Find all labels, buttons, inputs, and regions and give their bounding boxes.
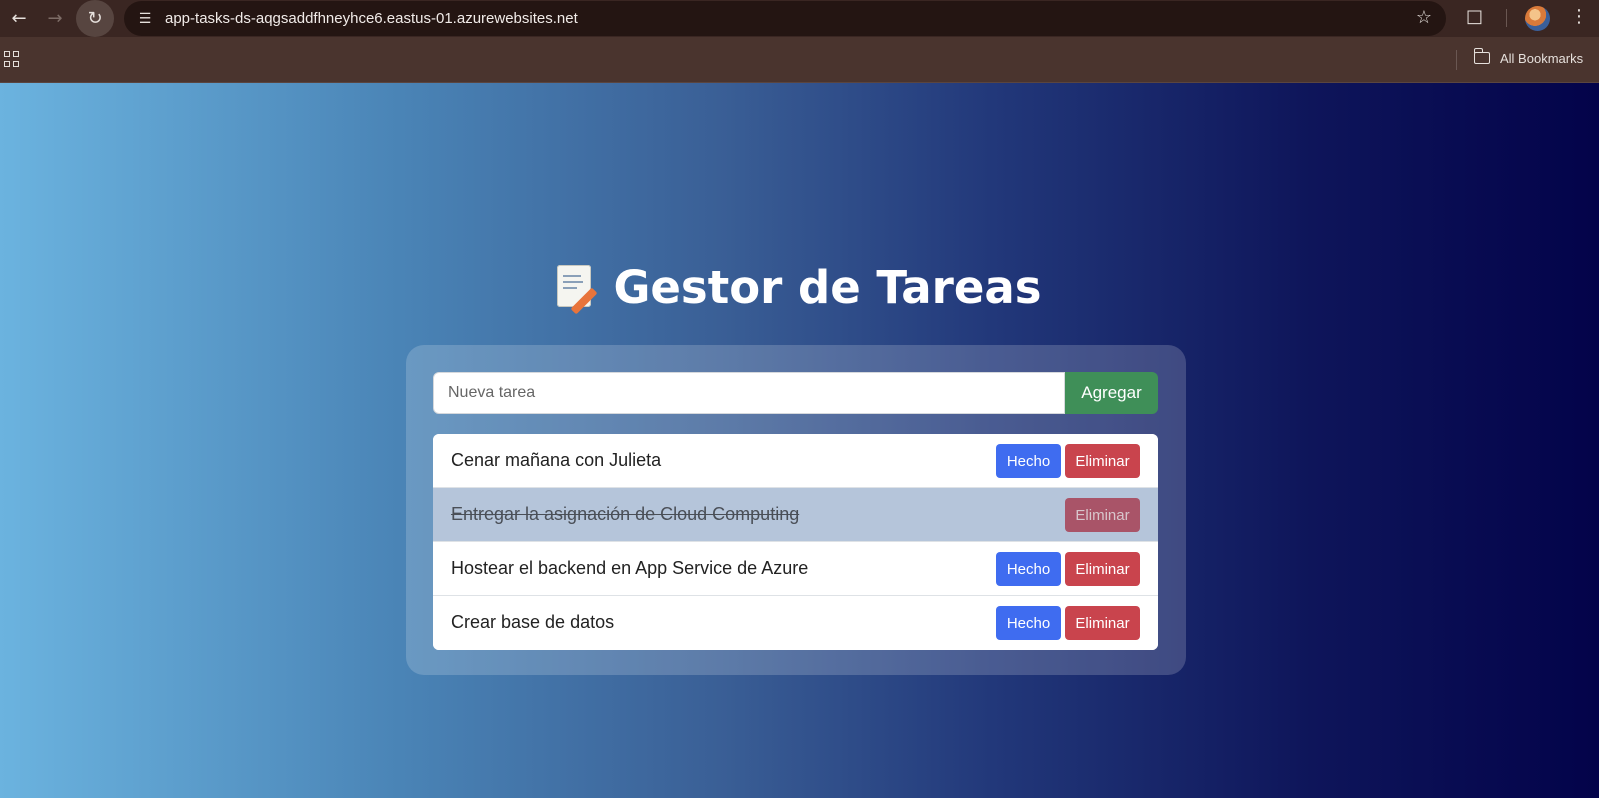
- task-list: Cenar mañana con Julieta Hecho Eliminar …: [433, 434, 1158, 650]
- apps-grid-icon[interactable]: [4, 51, 20, 67]
- back-arrow-icon[interactable]: ←: [0, 0, 38, 37]
- task-row: Crear base de datos Hecho Eliminar: [433, 596, 1158, 650]
- mark-done-button[interactable]: Hecho: [996, 606, 1061, 640]
- mark-done-button[interactable]: Hecho: [996, 552, 1061, 586]
- page-background: Gestor de Tareas Agregar Cenar mañana co…: [0, 83, 1599, 798]
- address-bar[interactable]: ☰ app-tasks-ds-aqgsaddfhneyhce6.eastus-0…: [124, 1, 1446, 36]
- bookmark-star-icon[interactable]: ☆: [1416, 7, 1432, 28]
- bookmarks-divider: [1456, 50, 1457, 70]
- delete-button[interactable]: Eliminar: [1065, 606, 1140, 640]
- all-bookmarks-link[interactable]: All Bookmarks: [1500, 51, 1583, 66]
- task-text: Entregar la asignación de Cloud Computin…: [451, 504, 800, 524]
- memo-icon: [557, 265, 598, 315]
- site-info-icon[interactable]: ☰: [132, 6, 158, 32]
- bookmarks-bar: All Bookmarks: [0, 37, 1599, 83]
- page-title-text: Gestor de Tareas: [613, 261, 1042, 314]
- task-card: Agregar Cenar mañana con Julieta Hecho E…: [406, 345, 1186, 675]
- url-text[interactable]: app-tasks-ds-aqgsaddfhneyhce6.eastus-01.…: [165, 10, 578, 27]
- page-title: Gestor de Tareas: [0, 261, 1599, 315]
- task-row: Cenar mañana con Julieta Hecho Eliminar: [433, 434, 1158, 488]
- toolbar-divider: [1506, 9, 1507, 27]
- task-row-completed: Entregar la asignación de Cloud Computin…: [433, 488, 1158, 542]
- profile-avatar[interactable]: [1525, 6, 1550, 31]
- task-text: Crear base de datos: [451, 612, 615, 632]
- extensions-icon[interactable]: □: [1466, 6, 1483, 27]
- new-task-input[interactable]: [433, 372, 1065, 414]
- reload-icon[interactable]: ↻: [76, 0, 114, 37]
- task-text: Cenar mañana con Julieta: [451, 450, 662, 470]
- menu-kebab-icon[interactable]: ⋮: [1570, 6, 1588, 27]
- delete-button[interactable]: Eliminar: [1065, 498, 1140, 532]
- mark-done-button[interactable]: Hecho: [996, 444, 1061, 478]
- browser-toolbar: ← → ↻ ☰ app-tasks-ds-aqgsaddfhneyhce6.ea…: [0, 0, 1599, 37]
- delete-button[interactable]: Eliminar: [1065, 552, 1140, 586]
- add-task-button[interactable]: Agregar: [1065, 372, 1158, 414]
- task-row: Hostear el backend en App Service de Azu…: [433, 542, 1158, 596]
- delete-button[interactable]: Eliminar: [1065, 444, 1140, 478]
- task-text: Hostear el backend en App Service de Azu…: [451, 558, 809, 578]
- forward-arrow-icon[interactable]: →: [36, 0, 74, 37]
- folder-icon: [1473, 48, 1490, 64]
